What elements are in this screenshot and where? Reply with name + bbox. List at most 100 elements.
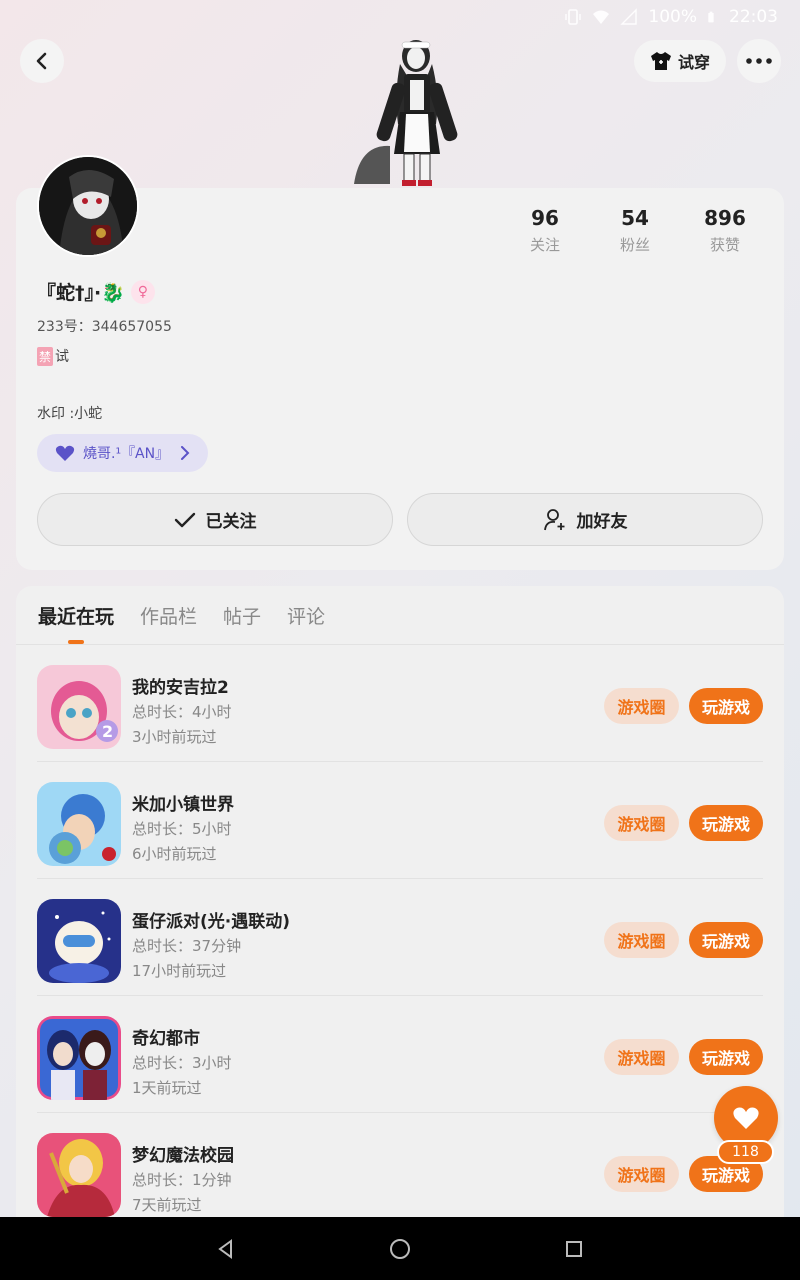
tab-recent-playing[interactable]: 最近在玩 bbox=[38, 602, 114, 642]
stat-label: 关注 bbox=[529, 236, 560, 254]
purple-heart-icon bbox=[55, 445, 75, 461]
profile-stats: 96 关注 54 粉丝 896 获赞 bbox=[500, 206, 780, 255]
more-button[interactable] bbox=[737, 39, 781, 83]
nav-recents-button[interactable] bbox=[562, 1237, 586, 1261]
profile-bio: 禁 试 bbox=[37, 346, 69, 366]
profile-nickname: 『蛇†』·🐉 ♀ bbox=[37, 278, 155, 305]
list-item[interactable]: 梦幻魔法校园 总时长：1分钟 7天前玩过 游戏圈 玩游戏 bbox=[37, 1113, 763, 1226]
square-recents-icon bbox=[566, 1240, 582, 1257]
signal-icon bbox=[620, 8, 638, 25]
relationship-chip[interactable]: 燒哥.¹『AN』 bbox=[37, 434, 208, 472]
stat-likes[interactable]: 896 获赞 bbox=[680, 206, 770, 255]
system-nav-bar bbox=[0, 1217, 800, 1280]
battery-icon bbox=[708, 11, 714, 23]
battery-percent: 100% bbox=[648, 7, 697, 27]
nickname-text: 『蛇†』·🐉 bbox=[37, 282, 125, 304]
game-icon[interactable] bbox=[37, 1133, 121, 1217]
play-game-button[interactable]: 玩游戏 bbox=[689, 1039, 763, 1075]
checkmark-icon bbox=[174, 512, 195, 527]
tab-bar: 最近在玩 作品栏 帖子 评论 bbox=[38, 602, 325, 642]
play-game-button[interactable]: 玩游戏 bbox=[689, 922, 763, 958]
game-name: 奇幻都市 bbox=[132, 1029, 200, 1049]
game-last-played: 1天前玩过 bbox=[132, 1079, 202, 1097]
try-on-button[interactable]: 试穿 bbox=[634, 40, 726, 82]
avatar[interactable] bbox=[37, 155, 139, 257]
gender-symbol: ♀ bbox=[137, 283, 149, 300]
game-last-played: 7天前玩过 bbox=[132, 1196, 202, 1214]
chevron-right-icon bbox=[181, 446, 190, 460]
tab-comments[interactable]: 评论 bbox=[287, 602, 325, 642]
game-icon[interactable] bbox=[37, 782, 121, 866]
magic-school-game-icon bbox=[37, 1133, 121, 1217]
wifi-icon bbox=[593, 10, 610, 24]
circle-home-icon bbox=[390, 1238, 410, 1259]
miga-town-game-icon bbox=[37, 782, 121, 866]
fantasy-city-game-icon bbox=[37, 1016, 121, 1100]
nav-back-button[interactable] bbox=[214, 1237, 238, 1261]
bio-text: 试 bbox=[55, 349, 70, 365]
game-name: 梦幻魔法校园 bbox=[132, 1146, 234, 1166]
game-circle-button[interactable]: 游戏圈 bbox=[604, 1156, 679, 1192]
content-card: 最近在玩 作品栏 帖子 评论 2 我的安吉拉2 总时长：4小时 3小时前玩过 游… bbox=[16, 586, 784, 1226]
stat-label: 粉丝 bbox=[619, 236, 650, 254]
tab-works[interactable]: 作品栏 bbox=[140, 602, 197, 642]
game-icon[interactable]: 2 bbox=[37, 665, 121, 749]
clock: 22:03 bbox=[729, 7, 778, 27]
game-duration: 总时长：37分钟 bbox=[132, 937, 242, 955]
game-duration: 总时长：3小时 bbox=[132, 1054, 232, 1072]
list-item[interactable]: 2 我的安吉拉2 总时长：4小时 3小时前玩过 游戏圈 玩游戏 bbox=[37, 645, 763, 762]
game-duration: 总时长：1分钟 bbox=[132, 1171, 232, 1189]
add-friend-button[interactable]: 加好友 bbox=[407, 493, 763, 546]
game-list: 2 我的安吉拉2 总时长：4小时 3小时前玩过 游戏圈 玩游戏 米加小镇世界 总… bbox=[37, 645, 763, 1226]
heart-icon bbox=[733, 1107, 759, 1129]
shirt-icon bbox=[650, 52, 671, 70]
game-circle-button[interactable]: 游戏圈 bbox=[604, 805, 679, 841]
svg-text:2: 2 bbox=[102, 722, 113, 741]
stat-label: 获赞 bbox=[709, 236, 740, 254]
game-name: 蛋仔派对(光·遇联动) bbox=[132, 912, 290, 932]
game-circle-button[interactable]: 游戏圈 bbox=[604, 1039, 679, 1075]
game-last-played: 17小时前玩过 bbox=[132, 962, 227, 980]
stat-number: 54 bbox=[621, 206, 649, 230]
avatar-character-figure[interactable] bbox=[350, 34, 460, 190]
female-gender-icon: ♀ bbox=[130, 279, 155, 304]
avatar-image bbox=[39, 157, 137, 255]
chevron-left-icon bbox=[36, 52, 47, 70]
like-count-badge: 118 bbox=[717, 1140, 774, 1164]
list-item[interactable]: 蛋仔派对(光·遇联动) 总时长：37分钟 17小时前玩过 游戏圈 玩游戏 bbox=[37, 879, 763, 996]
game-circle-button[interactable]: 游戏圈 bbox=[604, 922, 679, 958]
more-dots-icon bbox=[746, 58, 772, 64]
game-duration: 总时长：5小时 bbox=[132, 820, 232, 838]
game-icon[interactable] bbox=[37, 899, 121, 983]
game-circle-button[interactable]: 游戏圈 bbox=[604, 688, 679, 724]
list-item[interactable]: 米加小镇世界 总时长：5小时 6小时前玩过 游戏圈 玩游戏 bbox=[37, 762, 763, 879]
list-item[interactable]: 奇幻都市 总时长：3小时 1天前玩过 游戏圈 玩游戏 bbox=[37, 996, 763, 1113]
stat-followers[interactable]: 54 粉丝 bbox=[590, 206, 680, 255]
eggy-party-game-icon bbox=[37, 899, 121, 983]
game-duration: 总时长：4小时 bbox=[132, 703, 232, 721]
watermark-text: 水印 :小蛇 bbox=[37, 406, 103, 422]
followed-label: 已关注 bbox=[205, 512, 257, 532]
game-last-played: 6小时前玩过 bbox=[132, 845, 217, 863]
stat-number: 896 bbox=[704, 206, 746, 230]
vibrate-icon bbox=[565, 9, 582, 25]
game-icon[interactable] bbox=[37, 1016, 121, 1100]
nav-home-button[interactable] bbox=[388, 1237, 412, 1261]
game-name: 我的安吉拉2 bbox=[132, 678, 229, 698]
relationship-label: 燒哥.¹『AN』 bbox=[83, 446, 170, 462]
triangle-back-icon bbox=[218, 1238, 232, 1259]
add-user-icon bbox=[543, 508, 564, 530]
angela-game-icon: 2 bbox=[37, 665, 121, 749]
play-game-button[interactable]: 玩游戏 bbox=[689, 688, 763, 724]
ban-emoji-tag: 禁 bbox=[37, 346, 54, 366]
user-id: 233号：344657055 bbox=[37, 319, 172, 335]
followed-button[interactable]: 已关注 bbox=[37, 493, 393, 546]
back-button[interactable] bbox=[20, 39, 64, 83]
game-name: 米加小镇世界 bbox=[132, 795, 234, 815]
play-game-button[interactable]: 玩游戏 bbox=[689, 805, 763, 841]
game-last-played: 3小时前玩过 bbox=[132, 728, 217, 746]
stat-number: 96 bbox=[531, 206, 559, 230]
stat-following[interactable]: 96 关注 bbox=[500, 206, 590, 255]
tab-posts[interactable]: 帖子 bbox=[223, 602, 261, 642]
status-bar: 100% 22:03 bbox=[0, 0, 800, 34]
